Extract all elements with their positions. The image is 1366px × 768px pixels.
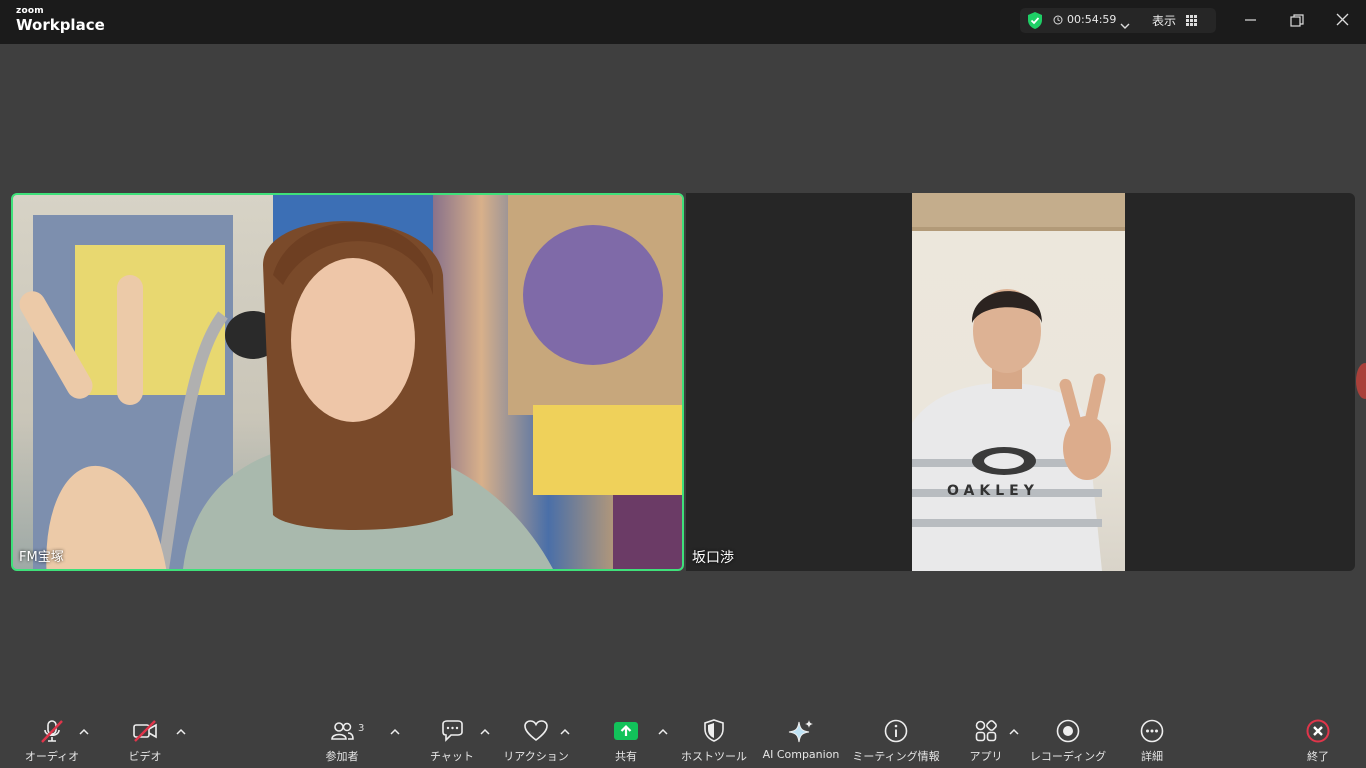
share-label: 共有 [615, 750, 637, 763]
apps-options-chevron-up-icon[interactable] [1007, 724, 1021, 738]
recording-label: レコーディング [1029, 750, 1107, 763]
sparkle-icon [787, 718, 815, 744]
microphone-muted-icon [39, 718, 65, 744]
close-icon [1305, 718, 1331, 744]
heart-icon [523, 718, 549, 744]
reactions-label: リアクション [503, 750, 569, 763]
record-icon [1055, 718, 1081, 744]
participants-count: 3 [358, 723, 365, 734]
video-tile-participant-2[interactable]: OAKLEY 坂口渉 [686, 193, 1355, 571]
restore-icon[interactable] [1287, 12, 1307, 32]
encryption-shield-icon[interactable] [1026, 11, 1044, 34]
video-button[interactable]: ビデオ [122, 718, 168, 766]
shield-icon [701, 718, 727, 744]
audio-label: オーディオ [24, 750, 80, 763]
grid-icon [1186, 15, 1198, 26]
more-label: 詳細 [1141, 750, 1163, 763]
end-label: 終了 [1307, 750, 1329, 763]
camera-off-icon [131, 718, 159, 744]
host-tools-label: ホストツール [681, 750, 747, 763]
apps-button[interactable]: アプリ [968, 718, 1004, 766]
brand-small: zoom [16, 6, 44, 16]
chat-button[interactable]: チャット [428, 718, 476, 766]
participants-options-chevron-up-icon[interactable] [388, 724, 402, 738]
view-button[interactable]: 表示 [1152, 12, 1198, 29]
participant-name: FM宝塚 [19, 550, 64, 565]
participant-2-video-feed: OAKLEY [912, 193, 1125, 571]
share-button[interactable]: 共有 [608, 718, 644, 766]
apps-label: アプリ [969, 750, 1003, 763]
ai-companion-button[interactable]: AI Companion [760, 718, 842, 766]
chat-bubble-icon [439, 718, 465, 744]
meeting-info-pill: 00:54:59 表示 [1020, 8, 1216, 33]
chevron-down-icon[interactable] [1120, 15, 1130, 34]
view-label: 表示 [1152, 14, 1177, 28]
share-options-chevron-up-icon[interactable] [656, 724, 670, 738]
meeting-info-button[interactable]: ミーティング情報 [852, 718, 940, 766]
reactions-options-chevron-up-icon[interactable] [558, 724, 572, 738]
video-label: ビデオ [128, 750, 162, 763]
app-logo: zoom Workplace [16, 7, 105, 33]
title-bar: zoom Workplace 00:54:59 表示 [0, 0, 1366, 44]
meeting-timer[interactable]: 00:54:59 [1053, 13, 1116, 26]
close-window-icon[interactable] [1333, 12, 1353, 32]
end-meeting-button[interactable]: 終了 [1300, 718, 1336, 766]
participants-label: 参加者 [325, 750, 359, 763]
host-tools-button[interactable]: ホストツール [680, 718, 748, 766]
info-icon [883, 718, 909, 744]
participant-1-video-feed [19, 195, 682, 569]
audio-options-chevron-up-icon[interactable] [77, 724, 91, 738]
participant-name: 坂口渉 [692, 550, 734, 566]
elapsed-time: 00:54:59 [1067, 13, 1117, 26]
scroll-handle[interactable] [1356, 363, 1366, 399]
meeting-toolbar: オーディオ ビデオ 参加者 3 チャット リアクション 共有 ホストツール AI… [0, 710, 1366, 768]
apps-icon [973, 718, 999, 744]
recording-button[interactable]: レコーディング [1030, 718, 1106, 766]
share-arrow-icon [613, 718, 639, 744]
chat-options-chevron-up-icon[interactable] [478, 724, 492, 738]
chat-label: チャット [430, 750, 474, 763]
audio-button[interactable]: オーディオ [24, 718, 80, 766]
svg-text:OAKLEY: OAKLEY [947, 483, 1039, 499]
minimize-icon[interactable] [1241, 12, 1261, 32]
more-button[interactable]: 詳細 [1134, 718, 1170, 766]
more-dots-icon [1139, 718, 1165, 744]
meeting-info-label: ミーティング情報 [852, 750, 940, 763]
video-tile-participant-1[interactable]: FM宝塚 [11, 193, 684, 571]
video-options-chevron-up-icon[interactable] [174, 724, 188, 738]
ai-companion-label: AI Companion [762, 748, 840, 761]
clock-icon [1053, 15, 1063, 24]
brand-name: Workplace [16, 16, 105, 34]
people-icon [329, 718, 355, 744]
